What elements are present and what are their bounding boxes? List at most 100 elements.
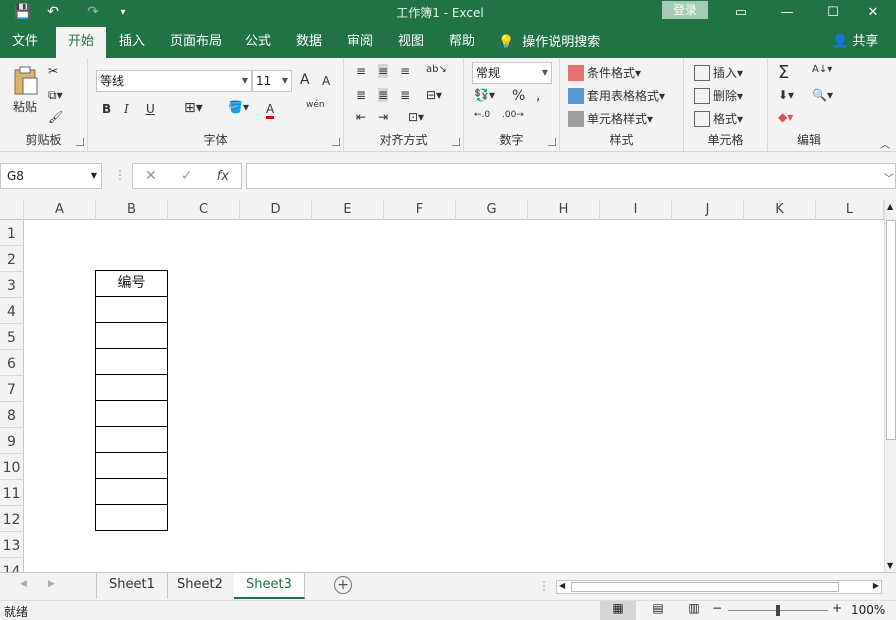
enter-icon[interactable]: ✓ bbox=[181, 168, 193, 184]
wrap-text-icon[interactable]: ⊟▾ bbox=[426, 88, 442, 102]
increase-decimal-icon[interactable]: ←.0 bbox=[474, 110, 490, 120]
column-header[interactable]: B bbox=[96, 200, 168, 220]
column-header[interactable]: E bbox=[312, 200, 384, 220]
grow-font-button[interactable]: A bbox=[300, 72, 310, 88]
customize-qat-icon[interactable]: ▾ bbox=[112, 2, 134, 22]
clear-icon[interactable]: ◆▾ bbox=[778, 110, 793, 124]
column-header[interactable]: I bbox=[600, 200, 672, 220]
table-cell[interactable] bbox=[95, 374, 168, 401]
align-top-icon[interactable]: ≡ bbox=[356, 64, 366, 78]
delete-cells-button[interactable]: 删除 ▾ bbox=[694, 87, 743, 104]
column-header[interactable]: D bbox=[240, 200, 312, 220]
page-layout-view-icon[interactable]: ▤ bbox=[648, 601, 668, 615]
scroll-left-icon[interactable]: ◀ bbox=[20, 579, 27, 589]
ribbon-display-options-icon[interactable]: ▭ bbox=[718, 0, 764, 24]
align-right-icon[interactable]: ≣ bbox=[400, 88, 410, 102]
scroll-right-icon[interactable]: ▶ bbox=[48, 579, 55, 589]
column-header[interactable]: K bbox=[744, 200, 816, 220]
sheet-tab[interactable]: Sheet2 bbox=[165, 573, 236, 599]
login-button[interactable]: 登录 bbox=[662, 1, 708, 19]
undo-icon[interactable]: ↶ bbox=[42, 2, 64, 22]
paste-button[interactable]: 粘贴 bbox=[8, 66, 42, 115]
column-header[interactable]: C bbox=[168, 200, 240, 220]
column-header[interactable]: H bbox=[528, 200, 600, 220]
normal-view-icon[interactable]: ▦ bbox=[600, 601, 636, 620]
decrease-indent-icon[interactable]: ⇤ bbox=[356, 110, 366, 124]
name-box[interactable]: G8 ▼ bbox=[0, 163, 102, 189]
borders-icon[interactable]: ⊞▾ bbox=[184, 100, 203, 116]
merge-center-icon[interactable]: ⊡▾ bbox=[408, 110, 424, 124]
conditional-formatting-button[interactable]: 条件格式 ▾ bbox=[568, 64, 641, 81]
align-middle-icon[interactable]: ≡ bbox=[378, 64, 389, 78]
italic-button[interactable]: I bbox=[124, 102, 129, 116]
alignment-launcher[interactable] bbox=[452, 138, 460, 146]
cancel-icon[interactable]: ✕ bbox=[145, 168, 157, 184]
redo-icon[interactable]: ↷ bbox=[82, 2, 104, 22]
table-cell[interactable] bbox=[95, 504, 168, 531]
select-all-corner[interactable] bbox=[0, 200, 24, 220]
align-center-icon[interactable]: ≣ bbox=[378, 88, 389, 102]
horizontal-scroll-thumb[interactable] bbox=[571, 582, 839, 592]
table-cell[interactable] bbox=[95, 348, 168, 375]
table-cell[interactable] bbox=[95, 478, 168, 505]
clipboard-launcher[interactable] bbox=[76, 138, 84, 146]
row-header[interactable]: 2 bbox=[0, 246, 24, 272]
row-header[interactable]: 3 bbox=[0, 272, 24, 298]
bold-button[interactable]: B bbox=[102, 102, 111, 116]
page-break-view-icon[interactable]: ▥ bbox=[684, 601, 704, 615]
tab-formulas[interactable]: 公式 bbox=[233, 27, 283, 58]
row-header[interactable]: 6 bbox=[0, 350, 24, 376]
font-launcher[interactable] bbox=[332, 138, 340, 146]
worksheet-grid[interactable]: A B C D E F G H I J K L 1 2 3 4 5 6 7 8 … bbox=[0, 200, 884, 572]
row-header[interactable]: 7 bbox=[0, 376, 24, 402]
font-name-select[interactable]: 等线 ▼ bbox=[96, 70, 252, 92]
tab-home[interactable]: 开始 bbox=[56, 27, 107, 58]
autosum-button[interactable]: Σ bbox=[778, 62, 789, 83]
format-as-table-button[interactable]: 套用表格格式 ▾ bbox=[568, 87, 665, 104]
zoom-out-icon[interactable]: − bbox=[712, 601, 722, 615]
tab-view[interactable]: 视图 bbox=[386, 27, 436, 58]
table-cell[interactable] bbox=[95, 452, 168, 479]
insert-function-icon[interactable]: fx bbox=[217, 169, 229, 184]
number-launcher[interactable] bbox=[548, 138, 556, 146]
zoom-in-icon[interactable]: + bbox=[832, 601, 842, 615]
cell-styles-button[interactable]: 单元格样式 ▾ bbox=[568, 110, 653, 127]
align-left-icon[interactable]: ≣ bbox=[356, 88, 366, 102]
increase-indent-icon[interactable]: ⇥ bbox=[378, 110, 388, 124]
zoom-level[interactable]: 100% bbox=[851, 603, 885, 617]
row-header[interactable]: 14 bbox=[0, 558, 24, 572]
minimize-button[interactable]: — bbox=[764, 0, 810, 24]
phonetic-guide-button[interactable]: wén bbox=[306, 100, 325, 110]
align-bottom-icon[interactable]: ≡ bbox=[400, 64, 410, 78]
font-size-select[interactable]: 11 ▼ bbox=[252, 70, 292, 92]
find-select-icon[interactable]: 🔍▾ bbox=[812, 88, 833, 102]
shrink-font-button[interactable]: A bbox=[322, 74, 330, 88]
table-cell[interactable] bbox=[95, 426, 168, 453]
underline-button[interactable]: U bbox=[146, 102, 155, 116]
table-header-cell[interactable]: 编号 bbox=[95, 270, 168, 297]
tab-file[interactable]: 文件 bbox=[0, 27, 50, 58]
row-header[interactable]: 9 bbox=[0, 428, 24, 454]
fill-color-icon[interactable]: 🪣▾ bbox=[228, 100, 249, 114]
currency-icon[interactable]: 💱▾ bbox=[474, 88, 495, 102]
format-cells-button[interactable]: 格式 ▾ bbox=[694, 110, 743, 127]
orientation-icon[interactable]: ab↘ bbox=[426, 64, 447, 75]
column-header[interactable]: G bbox=[456, 200, 528, 220]
row-header[interactable]: 5 bbox=[0, 324, 24, 350]
collapse-ribbon-icon[interactable]: ︿ bbox=[880, 136, 890, 151]
tab-page-layout[interactable]: 页面布局 bbox=[158, 27, 234, 58]
copy-icon[interactable]: ⧉▾ bbox=[48, 88, 63, 103]
table-cell[interactable] bbox=[95, 296, 168, 323]
vertical-scroll-thumb[interactable] bbox=[886, 220, 896, 440]
column-header[interactable]: L bbox=[816, 200, 884, 220]
percent-button[interactable]: % bbox=[512, 88, 525, 104]
number-format-select[interactable]: 常规 ▼ bbox=[472, 62, 552, 84]
row-header[interactable]: 13 bbox=[0, 532, 24, 558]
table-cell[interactable] bbox=[95, 400, 168, 427]
scroll-down-icon[interactable]: ▼ bbox=[887, 561, 893, 570]
scroll-right-icon[interactable]: ▶ bbox=[873, 581, 879, 590]
scroll-up-icon[interactable]: ▲ bbox=[887, 202, 893, 211]
zoom-slider-handle[interactable] bbox=[776, 605, 780, 616]
comma-button[interactable]: , bbox=[536, 88, 540, 104]
fill-icon[interactable]: ⬇▾ bbox=[778, 88, 794, 102]
